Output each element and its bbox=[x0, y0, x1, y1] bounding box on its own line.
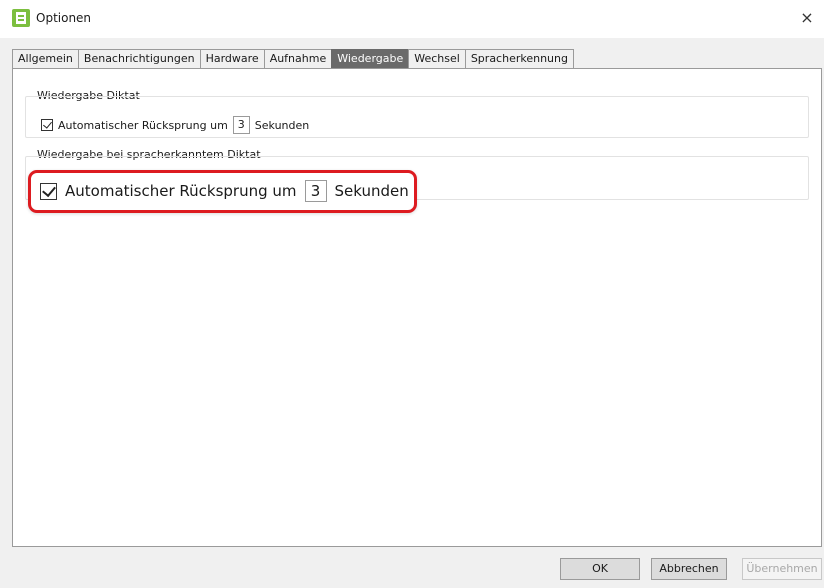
tab-spracherkennung[interactable]: Spracherkennung bbox=[464, 49, 574, 69]
tab-strip: Allgemein Benachrichtigungen Hardware Au… bbox=[12, 49, 574, 70]
tab-hardware[interactable]: Hardware bbox=[199, 49, 264, 69]
tab-wiedergabe[interactable]: Wiedergabe bbox=[331, 49, 409, 69]
highlight-callout: Automatischer Rücksprung um 3 Sekunden bbox=[28, 170, 417, 213]
sr-auto-rewind-seconds-input[interactable]: 3 bbox=[304, 180, 327, 202]
auto-rewind-unit: Sekunden bbox=[254, 118, 310, 132]
apply-button[interactable]: Übernehmen bbox=[742, 558, 822, 580]
tab-wechsel[interactable]: Wechsel bbox=[408, 49, 465, 69]
auto-rewind-row: Automatischer Rücksprung um 3 Sekunden bbox=[41, 116, 309, 134]
window-title: Optionen bbox=[36, 11, 92, 25]
sr-auto-rewind-label: Automatischer Rücksprung um bbox=[65, 182, 297, 200]
cancel-button[interactable]: Abbrechen bbox=[651, 558, 727, 580]
tab-aufnahme[interactable]: Aufnahme bbox=[263, 49, 332, 69]
tab-content-panel: Wiedergabe Diktat Automatischer Rückspru… bbox=[12, 68, 822, 547]
sr-auto-rewind-checkbox[interactable] bbox=[40, 182, 57, 200]
auto-rewind-checkbox[interactable] bbox=[41, 119, 53, 131]
sr-auto-rewind-row: Automatischer Rücksprung um 3 Sekunden bbox=[40, 180, 409, 202]
tab-allgemein[interactable]: Allgemein bbox=[12, 49, 78, 69]
title-bar: Optionen × bbox=[0, 0, 824, 38]
sr-auto-rewind-unit: Sekunden bbox=[334, 182, 409, 200]
ok-button[interactable]: OK bbox=[560, 558, 640, 580]
auto-rewind-seconds-input[interactable]: 3 bbox=[232, 116, 250, 134]
close-icon[interactable]: × bbox=[794, 6, 820, 30]
tab-benachrichtigungen[interactable]: Benachrichtigungen bbox=[77, 49, 200, 69]
auto-rewind-label: Automatischer Rücksprung um bbox=[58, 118, 228, 132]
app-icon bbox=[12, 9, 30, 27]
